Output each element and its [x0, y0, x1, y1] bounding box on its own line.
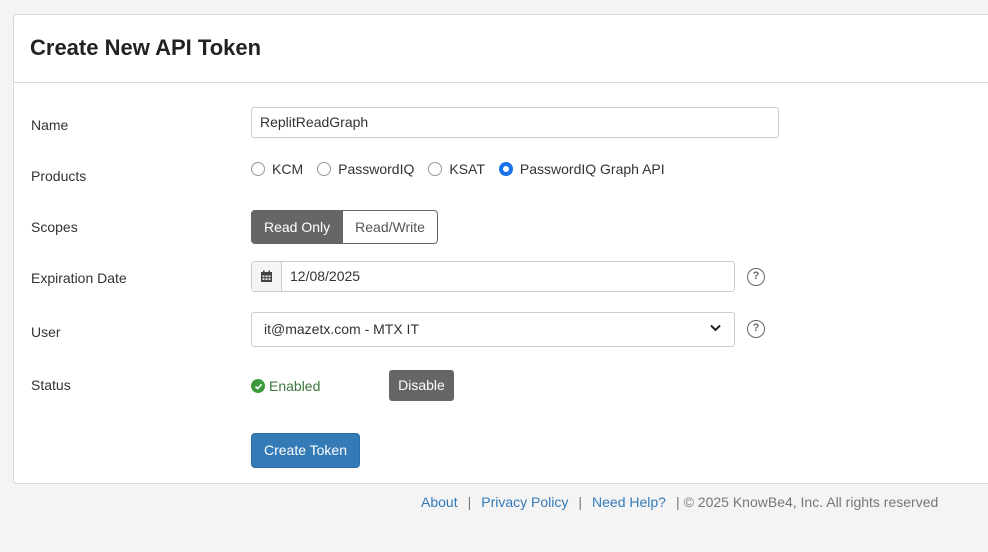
- help-icon[interactable]: ?: [747, 320, 765, 338]
- expiration-label: Expiration Date: [31, 270, 127, 286]
- footer-separator: |: [675, 494, 680, 510]
- radio-circle[interactable]: [428, 162, 443, 176]
- footer-separator: |: [578, 494, 583, 510]
- disable-button[interactable]: Disable: [389, 370, 454, 401]
- user-select[interactable]: it@mazetx.com - MTX IT: [251, 312, 735, 347]
- radio-ksat[interactable]: KSAT: [428, 161, 485, 177]
- create-token-card: Create New API Token Name ReplitReadGrap…: [13, 14, 988, 484]
- help-icon[interactable]: ?: [747, 268, 765, 286]
- radio-passwordiq[interactable]: PasswordIQ: [317, 161, 414, 177]
- radio-label-ksat: KSAT: [449, 161, 485, 177]
- radio-passwordiq-graph-api[interactable]: PasswordIQ Graph API: [498, 161, 665, 177]
- user-label: User: [31, 324, 61, 340]
- radio-circle[interactable]: [251, 162, 265, 176]
- status-label: Status: [31, 377, 71, 393]
- page-title: Create New API Token: [30, 35, 262, 60]
- products-radio-group: KCM PasswordIQ KSAT PasswordIQ Graph API: [251, 161, 679, 177]
- footer-separator: |: [467, 494, 472, 510]
- create-token-button[interactable]: Create Token: [251, 433, 360, 468]
- scopes-toggle-group: Read Only Read/Write: [251, 210, 438, 244]
- radio-label-kcm: KCM: [272, 161, 304, 177]
- expiration-date-value[interactable]: 12/08/2025: [282, 262, 368, 291]
- name-input[interactable]: ReplitReadGraph: [251, 107, 779, 138]
- chevron-down-icon: [709, 321, 722, 337]
- radio-label-passwordiq: PasswordIQ: [338, 161, 415, 177]
- about-link[interactable]: About: [421, 494, 458, 510]
- status-value: Enabled: [269, 378, 321, 394]
- calendar-icon[interactable]: [252, 262, 282, 291]
- card-header: Create New API Token: [14, 15, 988, 83]
- user-select-value: it@mazetx.com - MTX IT: [264, 321, 419, 337]
- name-label: Name: [31, 117, 69, 133]
- need-help-link[interactable]: Need Help?: [592, 494, 666, 510]
- read-only-button[interactable]: Read Only: [251, 210, 344, 244]
- copyright-text: © 2025 KnowBe4, Inc. All rights reserved: [683, 494, 939, 510]
- radio-circle-checked[interactable]: [498, 162, 513, 176]
- radio-kcm[interactable]: KCM: [251, 161, 303, 177]
- radio-circle[interactable]: [317, 162, 332, 176]
- scopes-label: Scopes: [31, 219, 78, 235]
- privacy-policy-link[interactable]: Privacy Policy: [481, 494, 568, 510]
- footer: About | Privacy Policy | Need Help? | © 2025 K…: [421, 494, 938, 510]
- check-circle-icon: [251, 379, 265, 393]
- radio-label-passwordiq-graph-api: PasswordIQ Graph API: [519, 161, 665, 177]
- status-indicator: Enabled: [251, 378, 320, 394]
- products-label: Products: [31, 168, 87, 184]
- expiration-date-field[interactable]: 12/08/2025: [251, 261, 735, 292]
- read-write-button[interactable]: Read/Write: [343, 210, 438, 244]
